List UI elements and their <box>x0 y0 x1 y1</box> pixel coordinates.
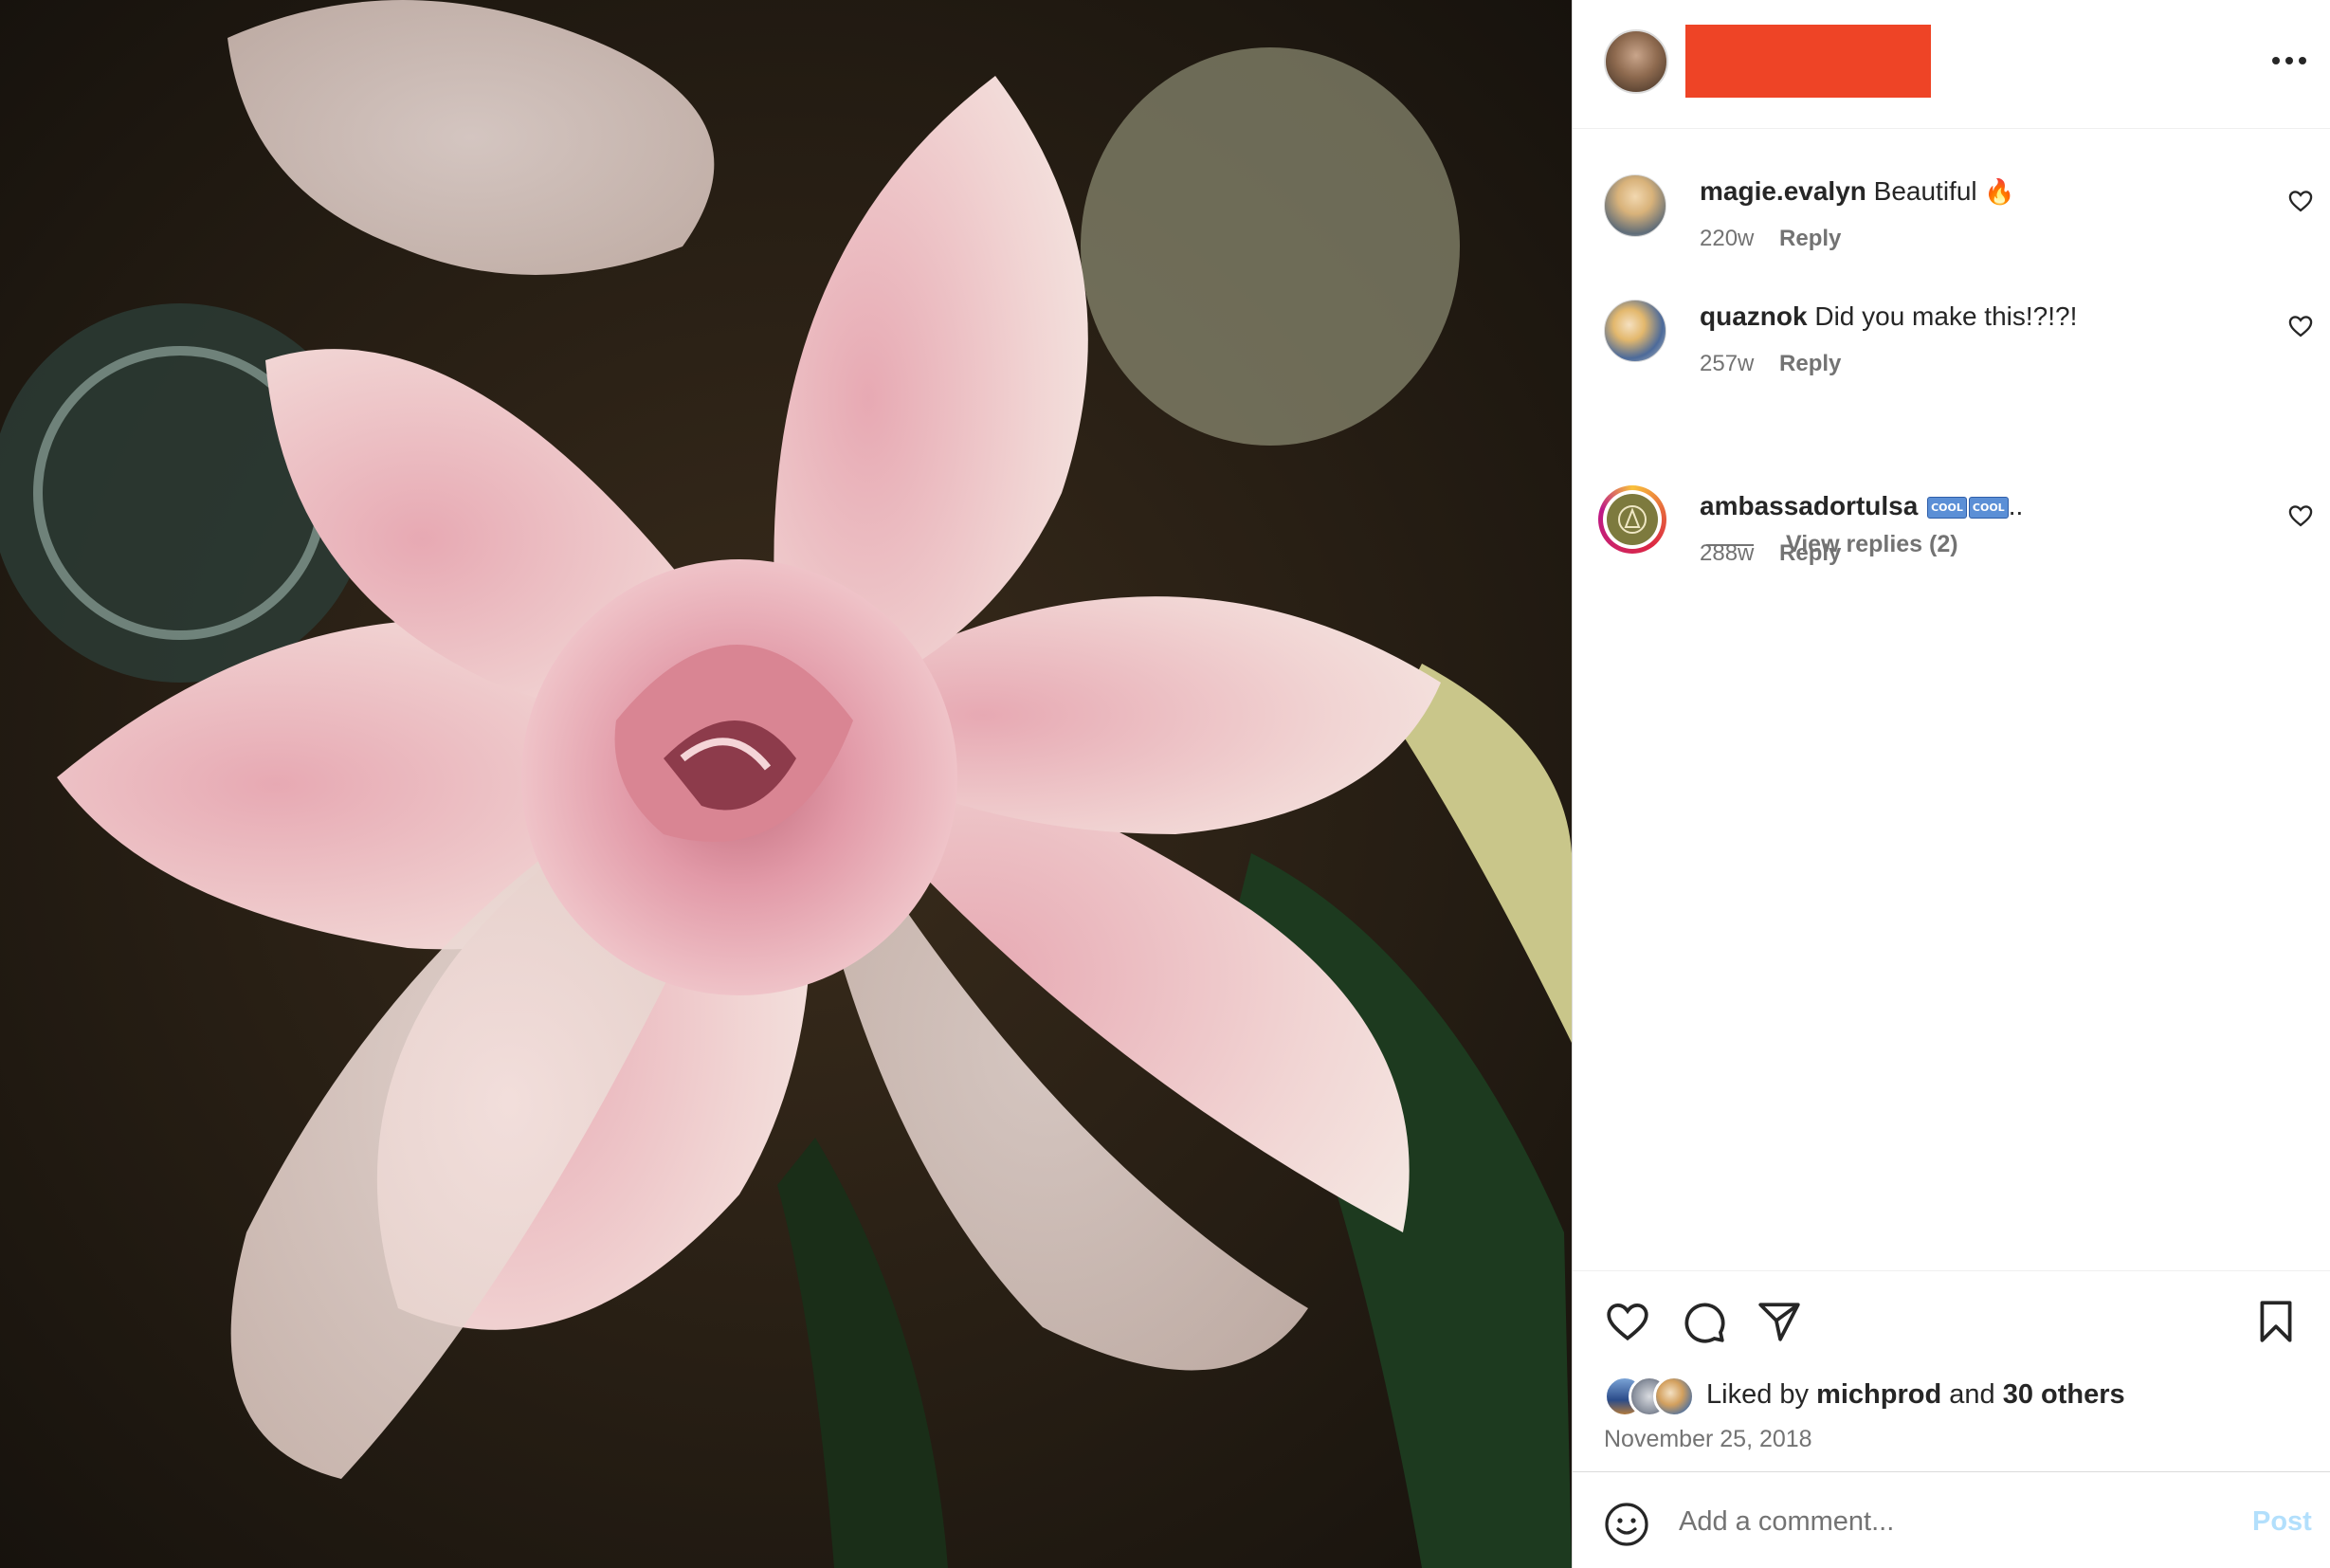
comment-username[interactable]: magie.evalyn <box>1700 176 1866 206</box>
comment-age: 257w <box>1700 351 1755 376</box>
liked-by-text: Liked by michprod and 30 others <box>1706 1379 2125 1411</box>
post-actions: Liked by michprod and 30 others November… <box>1573 1270 2330 1471</box>
like-heart-icon[interactable] <box>1604 1298 1651 1345</box>
comment-meta: 288w Reply <box>1700 540 1841 567</box>
post-comment-button[interactable]: Post <box>2252 1506 2312 1538</box>
badge-logo-icon <box>1618 505 1647 534</box>
heart-icon[interactable] <box>2287 313 2314 339</box>
commenter-avatar[interactable] <box>1604 300 1666 362</box>
liked-by-others[interactable]: 30 others <box>2003 1379 2125 1410</box>
cool-emoji-icon: COOL <box>1927 497 1967 520</box>
reply-button[interactable]: Reply <box>1779 351 1841 376</box>
more-options-icon[interactable] <box>2265 44 2314 78</box>
emoji-smiley-icon[interactable] <box>1604 1502 1649 1547</box>
lily-flower-image <box>0 0 1572 1568</box>
comment-body: Beautiful <box>1873 176 1985 206</box>
comment-age: 220w <box>1700 226 1755 251</box>
comment-text: ambassadortulsa COOL COOL.. <box>1700 491 2023 521</box>
author-avatar[interactable] <box>1604 29 1668 94</box>
add-comment-bar: Post <box>1573 1471 2330 1568</box>
post-date[interactable]: November 25, 2018 <box>1604 1426 1812 1453</box>
liker-avatar[interactable] <box>1653 1376 1695 1417</box>
post-side-panel: magie.evalyn Beautiful 🔥 220w Reply quaz… <box>1572 0 2330 1568</box>
liked-by-prefix: Liked by <box>1706 1379 1817 1410</box>
comment-username[interactable]: ambassadortulsa <box>1700 491 1918 520</box>
heart-icon[interactable] <box>2287 188 2314 214</box>
comment-meta: 257w Reply <box>1700 351 1841 377</box>
commenter-avatar[interactable] <box>1604 174 1666 237</box>
story-ring[interactable] <box>1598 485 1666 554</box>
comment-username[interactable]: quaznok <box>1700 301 1808 331</box>
comment-age: 288w <box>1700 540 1755 566</box>
post-header <box>1573 0 2330 129</box>
heart-icon[interactable] <box>2287 502 2314 529</box>
comment-body: .. <box>2008 491 2024 520</box>
cool-emoji-icon: COOL <box>1968 497 2009 520</box>
post-image[interactable] <box>0 0 1572 1568</box>
liked-by-user[interactable]: michprod <box>1816 1379 1941 1410</box>
bookmark-icon[interactable] <box>2252 1298 2300 1345</box>
reply-button[interactable]: Reply <box>1779 540 1841 566</box>
comment-body: Did you make this!?!?! <box>1814 301 2078 331</box>
share-send-icon[interactable] <box>1756 1298 1803 1345</box>
comment-text: quaznok Did you make this!?!?! <box>1700 301 2077 332</box>
comment-text: magie.evalyn Beautiful 🔥 <box>1700 176 2015 207</box>
reply-button[interactable]: Reply <box>1779 226 1841 251</box>
comment-bubble-icon[interactable] <box>1680 1298 1727 1345</box>
liked-by-middle: and <box>1941 1379 2003 1410</box>
comment-input[interactable] <box>1679 1497 2210 1546</box>
author-username-redacted[interactable] <box>1685 25 1931 98</box>
comment-meta: 220w Reply <box>1700 226 1841 252</box>
fire-emoji-icon: 🔥 <box>1984 177 2015 206</box>
